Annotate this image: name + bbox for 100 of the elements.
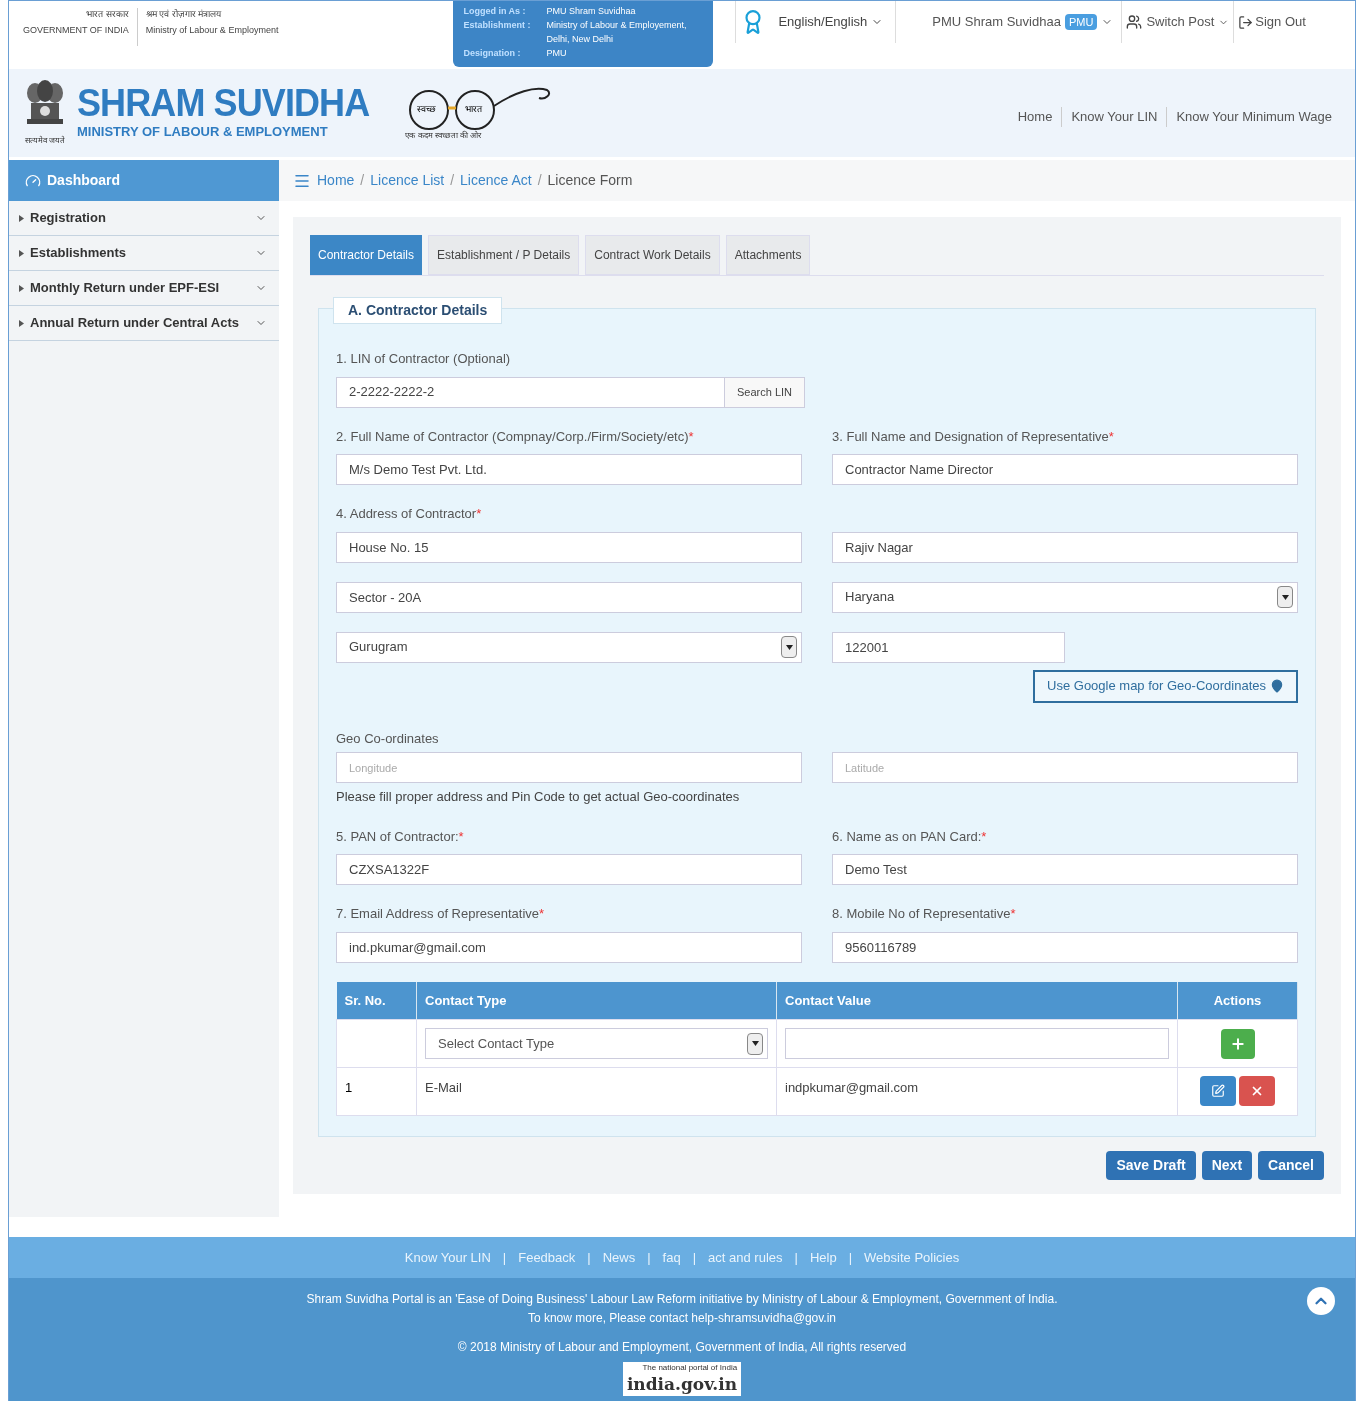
role-badge: PMU xyxy=(1064,13,1098,31)
lin-search-field[interactable]: 2-2222-2222-2 Search LIN xyxy=(336,376,805,408)
footer-separator: | xyxy=(502,1248,507,1267)
brand-subtitle: MINISTRY OF LABOUR & EMPLOYMENT xyxy=(77,123,329,142)
edit-button[interactable] xyxy=(1200,1076,1236,1106)
nav-link[interactable]: Know Your Minimum Wage xyxy=(1166,107,1341,127)
switch-post-button[interactable]: Switch Post xyxy=(1122,1,1235,43)
dashboard-icon xyxy=(25,172,41,189)
india-gov-logo[interactable]: india.gov.in xyxy=(626,1373,738,1395)
footer-text: Shram Suvidha Portal is an 'Ease of Doing Business' Labour Law Reform initiative by Ministry of Labour & Employment, Government of India. xyxy=(306,1291,1058,1308)
google-map-button[interactable]: Use Google map for Geo-Coordinates xyxy=(1033,669,1298,703)
nav-link[interactable]: Home xyxy=(1008,107,1062,127)
caret-icon xyxy=(19,249,24,257)
column-header: Contact Type xyxy=(416,981,777,1020)
sidebar-item[interactable]: Monthly Return under EPF-ESI xyxy=(9,271,279,306)
swachh-tagline: एक कदम स्वच्छता की ओर xyxy=(405,130,482,142)
input-field[interactable]: Rajiv Nagar xyxy=(832,531,1298,563)
sidebar-item[interactable]: Establishments xyxy=(9,236,279,271)
section-title: A. Contractor Details xyxy=(333,297,503,324)
column-header: Sr. No. xyxy=(336,981,417,1020)
login-info-value: PMU xyxy=(546,47,567,60)
glasses-left-text: स्वच्छ xyxy=(417,103,437,116)
table-cell: indpkumar@gmail.com xyxy=(776,1067,1178,1116)
input-field[interactable]: 9560116789 xyxy=(832,931,1298,963)
geo-hint: Please fill proper address and Pin Code to get actual Geo-coordinates xyxy=(336,788,741,806)
column-header: Actions xyxy=(1177,981,1298,1020)
login-info-label: Establishment : xyxy=(463,19,532,32)
action-button[interactable]: Cancel xyxy=(1258,1151,1324,1180)
footer-separator: | xyxy=(794,1248,798,1267)
motto-text: सत्यमेव जयते xyxy=(24,135,66,147)
action-button[interactable]: Next xyxy=(1201,1151,1253,1180)
login-info-label: Logged in As : xyxy=(463,5,527,18)
footer-text: To know more, Please contact help-shramsuvidha@gov.in xyxy=(527,1310,837,1327)
field-label: 4. Address of Contractor* xyxy=(336,505,483,523)
sidebar-item[interactable]: Annual Return under Central Acts xyxy=(9,306,279,341)
caret-icon xyxy=(19,284,24,292)
map-pin-icon xyxy=(1270,679,1284,693)
breadcrumb-separator: / xyxy=(537,171,542,190)
breadcrumb-link[interactable]: Licence List xyxy=(370,170,445,191)
user-name: PMU Shram Suvidhaa xyxy=(932,13,1061,32)
action-button[interactable]: Save Draft xyxy=(1106,1151,1196,1180)
delete-button[interactable] xyxy=(1239,1076,1275,1106)
close-icon xyxy=(1250,1084,1264,1098)
footer-separator: | xyxy=(587,1248,591,1267)
dropdown-field[interactable]: Haryana xyxy=(832,581,1298,613)
add-button[interactable] xyxy=(1220,1028,1255,1059)
hindi-ministry-text: श्रम एवं रोज़गार मंत्रालय xyxy=(145,8,223,21)
ministry-text: Ministry of Labour & Employment xyxy=(145,23,279,37)
sign-out-button[interactable]: Sign Out xyxy=(1234,1,1310,43)
input-field[interactable]: Contractor Name Director xyxy=(832,454,1298,485)
input-field[interactable]: House No. 15 xyxy=(336,531,802,563)
footer-separator: | xyxy=(647,1248,651,1267)
field-label: 8. Mobile No of Representative* xyxy=(832,905,1017,923)
input-field[interactable]: Demo Test xyxy=(832,854,1298,885)
field-label: 1. LIN of Contractor (Optional) xyxy=(336,350,512,368)
login-info-value: Ministry of Labour & Employement, Delhi, New Delhi xyxy=(546,19,688,46)
contact-value-field[interactable] xyxy=(785,1028,1169,1059)
breadcrumb-link[interactable]: Licence Act xyxy=(460,170,532,191)
field-label: 7. Email Address of Representative* xyxy=(336,905,546,923)
footer-separator: | xyxy=(848,1248,853,1267)
hindi-government-text: भारत सरकार xyxy=(86,8,129,21)
login-info-value: PMU Shram Suvidhaa xyxy=(546,5,636,18)
field-label: 2. Full Name of Contractor (Compnay/Corp./Firm/Society/etc)* xyxy=(336,427,695,446)
input-field[interactable]: 122001 xyxy=(832,631,1065,663)
tab[interactable]: Contract Work Details xyxy=(585,235,720,275)
breadcrumb-separator: / xyxy=(360,171,365,190)
dropdown-field[interactable]: Gurugram xyxy=(336,631,802,663)
footer-separator: | xyxy=(692,1248,697,1267)
input-field[interactable]: Sector - 20A xyxy=(336,581,802,613)
table-cell: E-Mail xyxy=(416,1067,777,1116)
sidebar-item[interactable]: Registration xyxy=(9,201,279,236)
input-field[interactable]: M/s Demo Test Pvt. Ltd. xyxy=(336,454,802,485)
latitude-field[interactable]: Latitude xyxy=(832,752,1298,783)
nav-link[interactable]: Know Your LIN xyxy=(1061,107,1167,127)
input-field[interactable]: ind.pkumar@gmail.com xyxy=(336,931,802,963)
field-label: Geo Co-ordinates xyxy=(336,729,440,748)
sign-out-icon xyxy=(1238,14,1254,30)
government-text: GOVERNMENT OF INDIA xyxy=(23,23,129,37)
edit-icon xyxy=(1211,1084,1225,1098)
longitude-field[interactable]: Longitude xyxy=(336,752,802,783)
breadcrumb-link[interactable]: Home xyxy=(317,170,355,191)
tab[interactable]: Attachments xyxy=(725,235,811,275)
glasses-right-text: भारत xyxy=(465,103,483,116)
search-lin-button[interactable]: Search LIN xyxy=(723,377,804,407)
field-label: 5. PAN of Contractor:* xyxy=(336,827,465,846)
tab[interactable]: Contractor Details xyxy=(310,235,423,275)
breadcrumb-separator: / xyxy=(450,171,455,190)
input-field[interactable]: CZXSA1322F xyxy=(336,854,802,885)
logo-caption: The national portal of India xyxy=(642,1363,738,1373)
caret-icon xyxy=(19,214,24,222)
language-dropdown[interactable]: English/English xyxy=(778,1,897,43)
plus-icon xyxy=(1229,1035,1246,1052)
contact-type-dropdown[interactable]: Select Contact Type xyxy=(425,1028,768,1059)
column-header: Contact Value xyxy=(776,981,1178,1020)
field-label: 3. Full Name and Designation of Representative* xyxy=(832,427,1115,446)
copyright-text: © 2018 Ministry of Labour and Employment, Government of India, All rights reserved xyxy=(457,1339,907,1356)
table-cell: 1 xyxy=(336,1067,417,1116)
users-icon xyxy=(1126,14,1143,30)
field-label: 6. Name as on PAN Card:* xyxy=(832,827,988,846)
tab[interactable]: Establishment / P Details xyxy=(428,235,580,275)
